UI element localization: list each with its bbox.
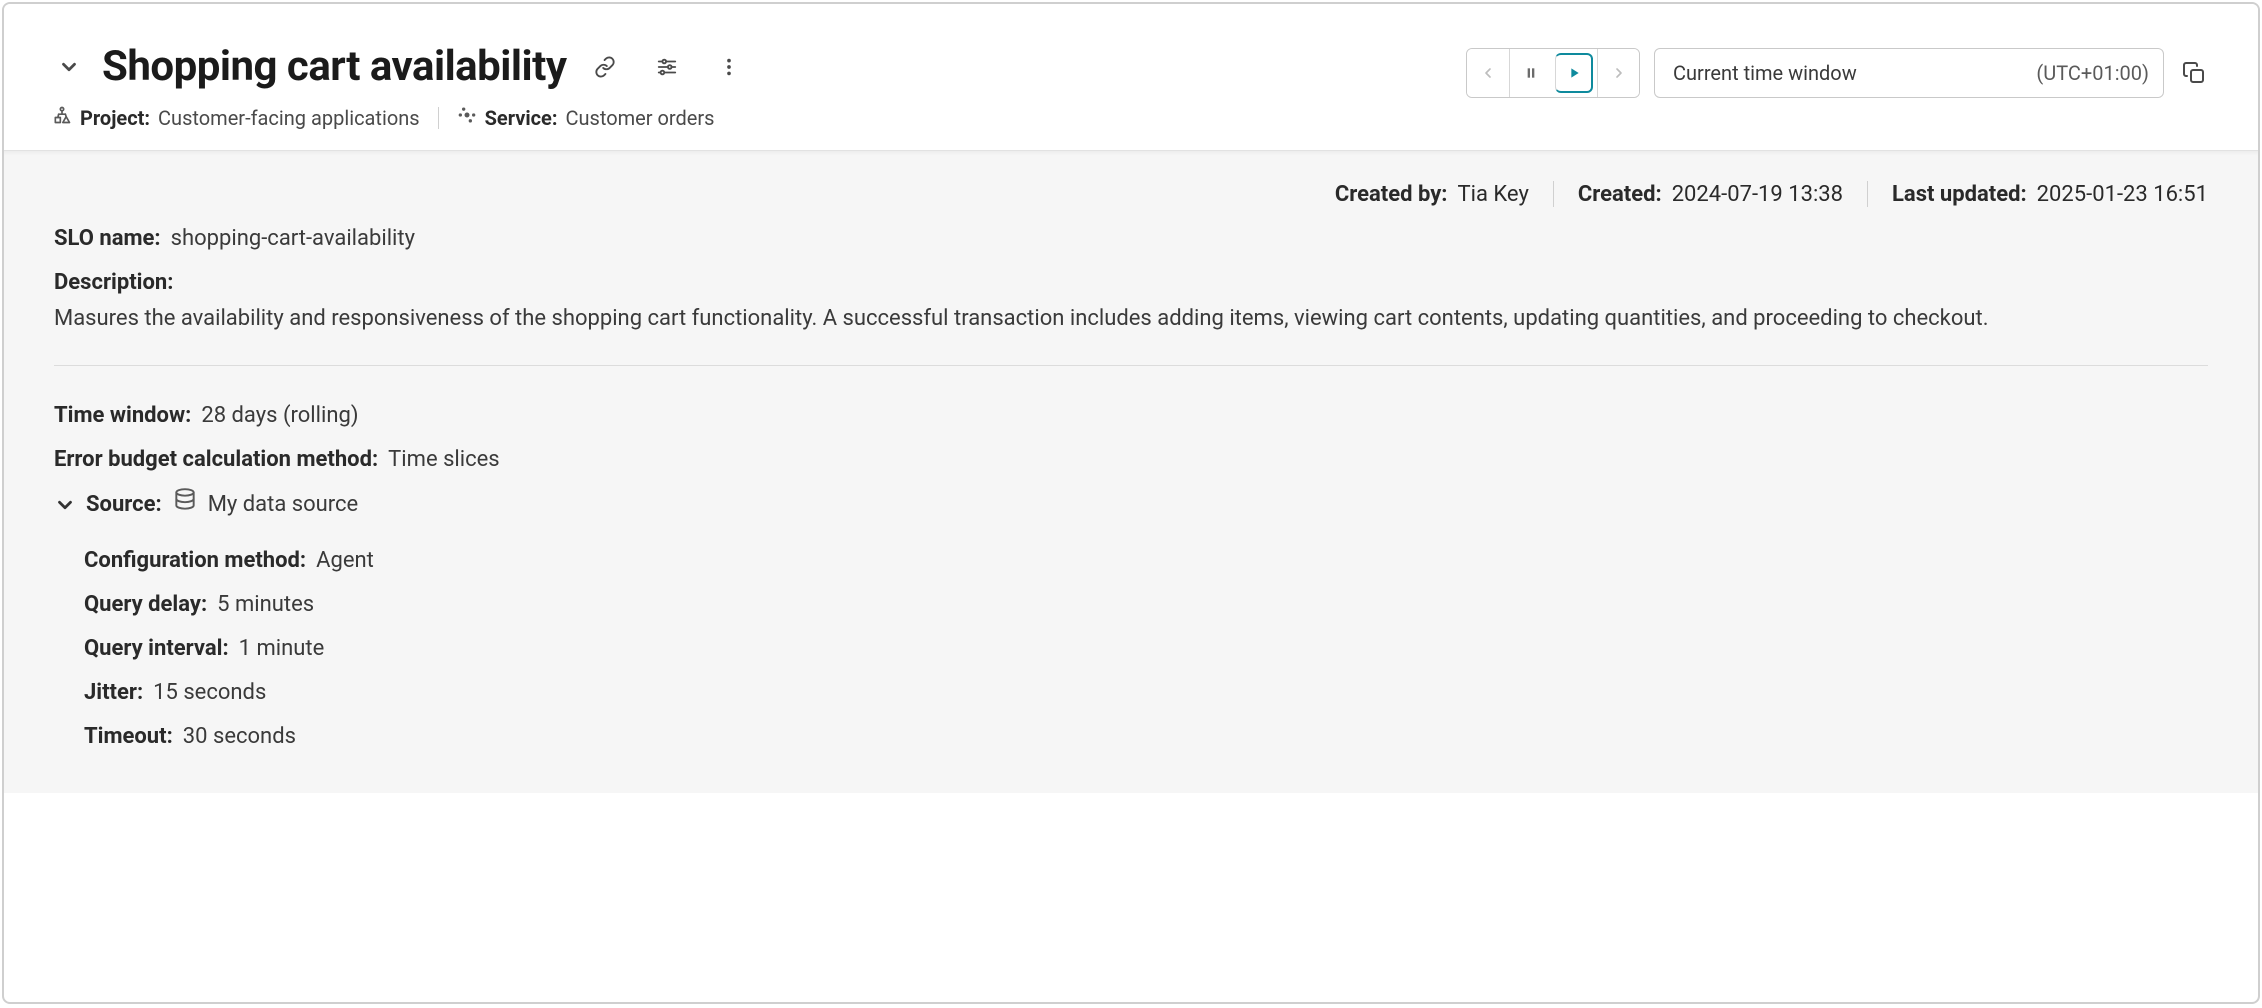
project-label: Project: [80, 106, 150, 130]
created-by-label: Created by: [1335, 182, 1448, 207]
timezone-label: (UTC+01:00) [2036, 61, 2149, 85]
slo-name-label: SLO name: [54, 223, 161, 255]
created-value: 2024-07-19 13:38 [1672, 182, 1843, 207]
service-icon [457, 105, 477, 130]
details-panel: Created by: Tia Key Created: 2024-07-19 … [4, 150, 2258, 793]
last-updated-label: Last updated: [1892, 182, 2027, 207]
link-icon[interactable] [588, 50, 622, 84]
timeout-value: 30 seconds [183, 721, 296, 753]
time-window-detail-label: Time window: [54, 400, 191, 432]
calc-method-value: Time slices [388, 444, 499, 476]
query-interval-value: 1 minute [239, 633, 325, 665]
config-method-label: Configuration method: [84, 545, 306, 577]
description-value: Masures the availability and responsiven… [54, 303, 2208, 335]
time-nav-group [1466, 48, 1640, 98]
page-title: Shopping cart availability [102, 42, 566, 91]
meta-separator [438, 107, 439, 129]
time-window-selector[interactable]: Current time window (UTC+01:00) [1654, 48, 2164, 98]
time-next-button[interactable] [1597, 49, 1639, 97]
jitter-label: Jitter: [84, 677, 143, 709]
query-delay-label: Query delay: [84, 589, 207, 621]
more-menu-icon[interactable] [712, 50, 746, 84]
source-value: My data source [208, 489, 359, 521]
service-meta[interactable]: Service: Customer orders [457, 105, 715, 130]
source-label: Source: [86, 489, 162, 521]
info-separator [1553, 181, 1554, 207]
source-details: Configuration method: Agent Query delay:… [84, 545, 2208, 752]
page-header: Shopping cart availability [4, 4, 2258, 150]
source-collapse-toggle[interactable] [54, 494, 76, 516]
time-prev-button[interactable] [1467, 49, 1509, 97]
play-button[interactable] [1555, 53, 1593, 93]
project-value: Customer-facing applications [158, 106, 420, 130]
section-divider [54, 365, 2208, 366]
settings-sliders-icon[interactable] [650, 50, 684, 84]
created-label: Created: [1578, 182, 1662, 207]
query-interval-label: Query interval: [84, 633, 229, 665]
slo-name-value: shopping-cart-availability [171, 223, 415, 255]
project-icon [52, 105, 72, 130]
time-window-label: Current time window [1673, 61, 1857, 85]
jitter-value: 15 seconds [153, 677, 266, 709]
info-separator [1867, 181, 1868, 207]
time-window-detail-value: 28 days (rolling) [201, 400, 358, 432]
copy-icon[interactable] [2178, 57, 2210, 89]
config-method-value: Agent [316, 545, 374, 577]
created-by-value: Tia Key [1458, 182, 1529, 207]
description-label: Description: [54, 267, 2208, 299]
query-delay-value: 5 minutes [217, 589, 314, 621]
collapse-toggle[interactable] [52, 50, 86, 84]
timeout-label: Timeout: [84, 721, 173, 753]
service-label: Service: [485, 106, 558, 130]
pause-button[interactable] [1509, 49, 1551, 97]
project-meta[interactable]: Project: Customer-facing applications [52, 105, 420, 130]
last-updated-value: 2025-01-23 16:51 [2037, 182, 2208, 207]
audit-info: Created by: Tia Key Created: 2024-07-19 … [54, 181, 2208, 207]
service-value: Customer orders [565, 106, 714, 130]
database-icon [172, 487, 198, 523]
calc-method-label: Error budget calculation method: [54, 444, 378, 476]
